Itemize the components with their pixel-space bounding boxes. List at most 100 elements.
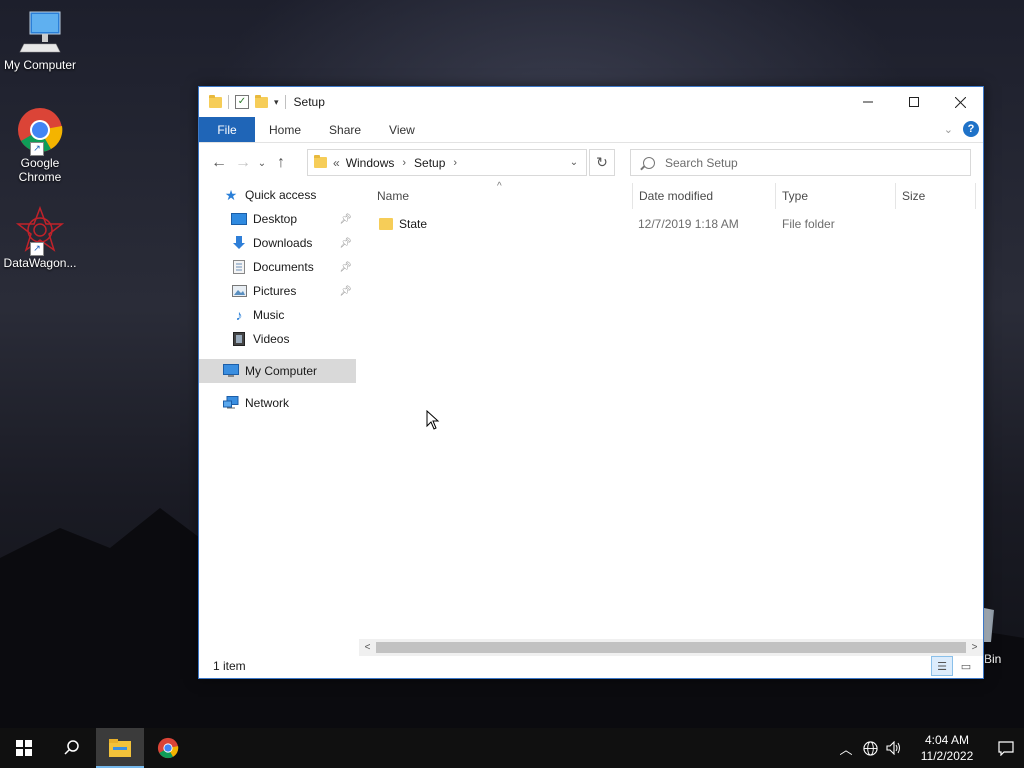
volume-icon[interactable] bbox=[882, 728, 906, 768]
sidebar-item-music[interactable]: ♪ Music bbox=[199, 303, 356, 327]
maximize-button[interactable] bbox=[891, 87, 937, 117]
chrome-icon bbox=[157, 737, 179, 759]
clock-date: 11/2/2022 bbox=[920, 749, 974, 763]
system-tray: ︿ 4:04 AM 11/2/2022 bbox=[834, 728, 1024, 768]
computer-icon bbox=[16, 8, 64, 56]
quick-access-toolbar: ✓ ▾ bbox=[199, 94, 286, 109]
folder-icon bbox=[314, 155, 327, 168]
scrollbar-thumb[interactable] bbox=[376, 642, 966, 653]
desktop-icon-label: My Computer bbox=[3, 58, 77, 72]
desktop-folder-icon bbox=[231, 212, 247, 226]
address-bar[interactable]: « Windows › Setup › ⌄ bbox=[307, 149, 587, 176]
sidebar-item-quick-access[interactable]: ★ Quick access bbox=[199, 183, 356, 207]
tab-file[interactable]: File bbox=[199, 117, 255, 142]
recent-locations-chevron-icon[interactable]: ⌄ bbox=[255, 151, 269, 175]
download-arrow-icon bbox=[231, 236, 247, 250]
star-icon: ★ bbox=[224, 186, 238, 203]
search-button[interactable] bbox=[48, 728, 96, 768]
details-view-icon[interactable]: ☰ bbox=[931, 656, 953, 676]
action-center-button[interactable] bbox=[988, 728, 1024, 768]
search-input[interactable]: Search Setup bbox=[665, 156, 738, 170]
sidebar-item-label: My Computer bbox=[245, 364, 318, 378]
sidebar-item-label: Downloads bbox=[253, 236, 313, 250]
sidebar-item-documents[interactable]: Documents 📌︎ bbox=[199, 255, 356, 279]
pin-icon: 📌︎ bbox=[339, 261, 352, 273]
search-box[interactable]: Search Setup bbox=[630, 149, 971, 176]
sidebar-item-label: Pictures bbox=[253, 284, 297, 298]
minimize-button[interactable] bbox=[845, 87, 891, 117]
taskbar: ︿ 4:04 AM 11/2/2022 bbox=[0, 728, 1024, 768]
forward-arrow-icon[interactable]: → bbox=[231, 151, 255, 175]
column-header-name[interactable]: Name bbox=[371, 183, 632, 209]
shortcut-arrow-icon: ↗ bbox=[30, 142, 44, 156]
taskbar-google-chrome[interactable] bbox=[144, 728, 192, 768]
network-globe-icon[interactable] bbox=[858, 728, 882, 768]
file-explorer-icon bbox=[109, 739, 131, 757]
address-dropdown-icon[interactable]: ⌄ bbox=[562, 150, 586, 175]
address-overflow[interactable]: « bbox=[333, 156, 340, 170]
sidebar-item-label: Videos bbox=[253, 332, 290, 346]
navigation-bar: ← → ⌄ ↑ « Windows › Setup › ⌄ ↻ Search S… bbox=[199, 143, 983, 183]
back-arrow-icon[interactable]: ← bbox=[207, 151, 231, 175]
desktop-icon-label: Google Chrome bbox=[18, 156, 62, 184]
file-name: State bbox=[399, 217, 428, 231]
column-header-date-modified[interactable]: Date modified bbox=[632, 183, 776, 209]
taskbar-file-explorer[interactable] bbox=[96, 728, 144, 768]
status-bar: 1 item ☰ ▭ bbox=[199, 654, 983, 678]
sidebar-item-pictures[interactable]: Pictures 📌︎ bbox=[199, 279, 356, 303]
pin-icon: 📌︎ bbox=[339, 285, 352, 297]
tab-home[interactable]: Home bbox=[255, 117, 315, 142]
tab-view[interactable]: View bbox=[375, 117, 429, 142]
customize-toolbar-icon[interactable]: ▾ bbox=[274, 97, 279, 108]
table-row[interactable]: State 12/7/2019 1:18 AM File folder bbox=[357, 213, 977, 235]
pin-icon: 📌︎ bbox=[339, 213, 352, 225]
chevron-right-icon[interactable]: › bbox=[402, 157, 406, 169]
desktop-icon-datawagon[interactable]: ↗ DataWagon... bbox=[0, 205, 80, 270]
expand-ribbon-chevron-icon[interactable]: ⌄ bbox=[944, 123, 953, 136]
show-hidden-icons-chevron-icon[interactable]: ︿ bbox=[834, 728, 858, 768]
new-folder-icon[interactable] bbox=[255, 94, 268, 108]
desktop-icon-my-computer[interactable]: My Computer bbox=[0, 8, 80, 72]
title-bar[interactable]: ✓ ▾ Setup bbox=[199, 87, 983, 117]
item-count: 1 item bbox=[213, 659, 246, 673]
computer-icon bbox=[223, 364, 239, 378]
large-icons-view-icon[interactable]: ▭ bbox=[955, 656, 977, 676]
document-icon bbox=[231, 260, 247, 274]
taskbar-clock[interactable]: 4:04 AM 11/2/2022 bbox=[912, 732, 982, 764]
notification-icon bbox=[998, 740, 1014, 756]
breadcrumb-setup[interactable]: Setup bbox=[414, 156, 445, 170]
close-button[interactable] bbox=[937, 87, 983, 117]
pin-icon: 📌︎ bbox=[339, 237, 352, 249]
file-name-cell[interactable]: State bbox=[379, 213, 427, 235]
sidebar-item-my-computer[interactable]: My Computer bbox=[199, 359, 356, 383]
chevron-right-icon[interactable]: › bbox=[453, 157, 457, 169]
picture-icon bbox=[231, 284, 247, 298]
search-icon bbox=[64, 740, 79, 755]
sidebar-item-downloads[interactable]: Downloads 📌︎ bbox=[199, 231, 356, 255]
breadcrumb-windows[interactable]: Windows bbox=[346, 156, 395, 170]
sidebar-item-network[interactable]: Network bbox=[199, 391, 356, 415]
sidebar-item-label: Desktop bbox=[253, 212, 298, 226]
mouse-cursor-icon bbox=[426, 410, 440, 430]
sidebar-item-desktop[interactable]: Desktop 📌︎ bbox=[199, 207, 356, 231]
column-headers: ^ Name Date modified Type Size bbox=[357, 181, 977, 209]
column-header-size[interactable]: Size bbox=[896, 183, 976, 209]
file-list: ^ Name Date modified Type Size State 12/… bbox=[357, 181, 977, 641]
folder-icon bbox=[379, 218, 393, 230]
start-button[interactable] bbox=[0, 728, 48, 768]
recycle-bin-label: Bin bbox=[984, 652, 1002, 666]
desktop-icon-google-chrome[interactable]: ↗ Google Chrome bbox=[0, 106, 80, 184]
sidebar-item-label: Network bbox=[245, 396, 290, 410]
film-icon bbox=[231, 332, 247, 346]
ribbon-tabs: File Home Share View ⌄ ? bbox=[199, 117, 983, 143]
tab-share[interactable]: Share bbox=[315, 117, 375, 142]
windows-logo-icon bbox=[16, 740, 32, 756]
column-header-type[interactable]: Type bbox=[776, 183, 896, 209]
refresh-button[interactable]: ↻ bbox=[589, 149, 615, 176]
up-arrow-icon[interactable]: ↑ bbox=[269, 151, 293, 175]
properties-icon[interactable]: ✓ bbox=[235, 95, 249, 109]
sidebar-item-videos[interactable]: Videos bbox=[199, 327, 356, 351]
help-icon[interactable]: ? bbox=[963, 121, 979, 137]
date-modified-cell: 12/7/2019 1:18 AM bbox=[638, 217, 739, 231]
chrome-icon: ↗ bbox=[16, 106, 64, 156]
